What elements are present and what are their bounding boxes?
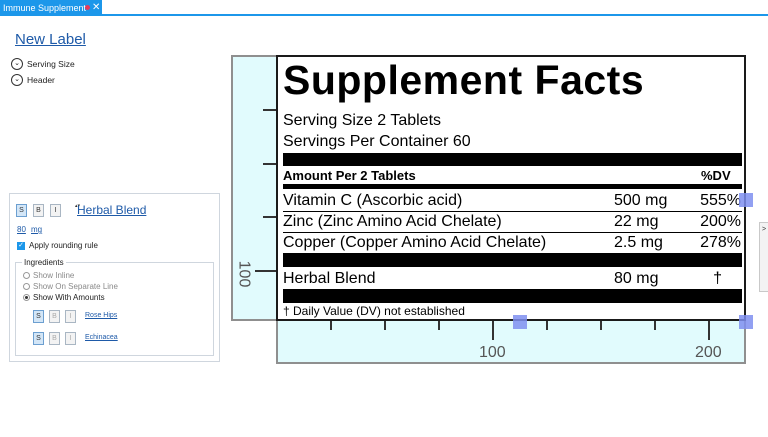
radio-icon[interactable]: [23, 283, 30, 290]
ruler-tick: [255, 270, 278, 272]
strikethrough-toggle-button[interactable]: S: [33, 332, 44, 345]
tab-title: Immune Supplement: [3, 3, 87, 13]
close-tab-icon[interactable]: ✕: [92, 0, 100, 16]
blend-amount: 80 mg: [614, 270, 659, 287]
bold-toggle-button[interactable]: B: [33, 204, 44, 217]
footnote[interactable]: † Daily Value (DV) not established: [283, 304, 465, 318]
medium-divider: [283, 184, 742, 189]
nutrient-name: Vitamin C (Ascorbic acid): [283, 192, 463, 209]
section-label: Header: [27, 74, 55, 85]
italic-toggle-button[interactable]: I: [65, 310, 76, 323]
nutrient-amount: 22 mg: [614, 213, 659, 230]
radio-label: Show Inline: [33, 271, 75, 280]
nutrient-row[interactable]: Zinc (Zinc Amino Acid Chelate) 22 mg 200…: [283, 211, 742, 232]
nutrient-row[interactable]: Vitamin C (Ascorbic acid) 500 mg 555%: [283, 190, 742, 211]
blend-row[interactable]: Herbal Blend 80 mg †: [283, 268, 742, 289]
thick-divider: [283, 153, 742, 166]
resize-handle-right[interactable]: [739, 193, 753, 207]
ingredient-editor-panel: S B I ▴▾ Herbal Blend 80 mg ✓ Apply roun…: [9, 193, 220, 362]
vertical-ruler: 100: [231, 55, 278, 321]
bold-toggle-button[interactable]: B: [49, 310, 60, 323]
horizontal-ruler: 100 200: [276, 320, 746, 364]
checkmark-icon[interactable]: ✓: [17, 241, 25, 250]
chevron-down-icon[interactable]: ⌄: [11, 73, 23, 86]
radio-label: Show On Separate Line: [33, 282, 118, 291]
amount-per-header: Amount Per 2 Tablets: [283, 168, 416, 183]
dv-header: %DV: [701, 168, 731, 183]
unsaved-dot-icon: [85, 5, 90, 10]
resize-handle-bottom[interactable]: [513, 315, 527, 329]
thick-divider: [283, 289, 742, 303]
section-header[interactable]: ⌄ Header: [11, 73, 55, 86]
ingredient-name-link[interactable]: Herbal Blend: [77, 203, 146, 217]
section-label: Serving Size: [27, 58, 75, 69]
radio-selected-icon[interactable]: [23, 294, 30, 301]
ruler-tick: [708, 320, 710, 340]
serving-size-line[interactable]: Serving Size 2 Tablets: [283, 112, 441, 130]
italic-toggle-button[interactable]: I: [50, 204, 61, 217]
ruler-tick: [438, 320, 440, 330]
ingredients-group: Ingredients Show Inline Show On Separate…: [15, 258, 214, 356]
resize-handle-corner[interactable]: [739, 315, 753, 329]
strikethrough-toggle-button[interactable]: S: [16, 204, 27, 217]
unit-value-link[interactable]: mg: [31, 225, 42, 234]
nutrient-dv: 278%: [700, 234, 741, 251]
radio-show-separate-line[interactable]: Show On Separate Line: [23, 282, 118, 291]
ingredients-legend: Ingredients: [22, 258, 66, 267]
amount-value-link[interactable]: 80: [17, 225, 26, 234]
nutrient-name: Zinc (Zinc Amino Acid Chelate): [283, 213, 502, 230]
nutrient-amount: 500 mg: [614, 192, 668, 209]
supplement-facts-label[interactable]: Supplement Facts Serving Size 2 Tablets …: [276, 55, 746, 321]
radio-label: Show With Amounts: [33, 293, 105, 302]
ruler-tick: [384, 320, 386, 330]
ruler-label: 100: [235, 260, 253, 288]
document-tab-bar: Immune Supplement ✕: [0, 0, 768, 16]
italic-toggle-button[interactable]: I: [65, 332, 76, 345]
ruler-tick: [492, 320, 494, 340]
rounding-label: Apply rounding rule: [29, 241, 98, 250]
nutrient-row[interactable]: Copper (Copper Amino Acid Chelate) 2.5 m…: [283, 232, 742, 253]
thick-divider: [283, 253, 742, 267]
ruler-tick: [600, 320, 602, 330]
nutrient-amount: 2.5 mg: [614, 234, 663, 251]
section-serving-size[interactable]: ⌄ Serving Size: [11, 57, 75, 70]
chevron-down-icon[interactable]: ⌄: [11, 57, 23, 70]
servings-per-container-line[interactable]: Servings Per Container 60: [283, 133, 471, 151]
side-panel-toggle[interactable]: >: [759, 222, 768, 292]
tab-immune-supplement[interactable]: Immune Supplement ✕: [0, 0, 102, 16]
bold-toggle-button[interactable]: B: [49, 332, 60, 345]
radio-show-with-amounts[interactable]: Show With Amounts: [23, 293, 105, 302]
new-label-link[interactable]: New Label: [15, 31, 86, 48]
blend-dv: †: [713, 270, 722, 287]
nutrient-name: Copper (Copper Amino Acid Chelate): [283, 234, 547, 251]
facts-title: Supplement Facts: [283, 57, 645, 103]
ruler-label: 100: [479, 344, 506, 361]
ruler-label: 200: [695, 344, 722, 361]
ruler-tick: [546, 320, 548, 330]
radio-show-inline[interactable]: Show Inline: [23, 271, 74, 280]
rounding-checkbox[interactable]: ✓ Apply rounding rule: [17, 241, 98, 250]
radio-icon[interactable]: [23, 272, 30, 279]
blend-name: Herbal Blend: [283, 270, 376, 287]
nutrient-dv: 555%: [700, 192, 741, 209]
nutrient-dv: 200%: [700, 213, 741, 230]
sub-ingredient-echinacea[interactable]: Echinacea: [85, 334, 118, 341]
sub-ingredient-rose-hips[interactable]: Rose Hips: [85, 312, 117, 319]
strikethrough-toggle-button[interactable]: S: [33, 310, 44, 323]
ruler-tick: [330, 320, 332, 330]
ruler-tick: [654, 320, 656, 330]
